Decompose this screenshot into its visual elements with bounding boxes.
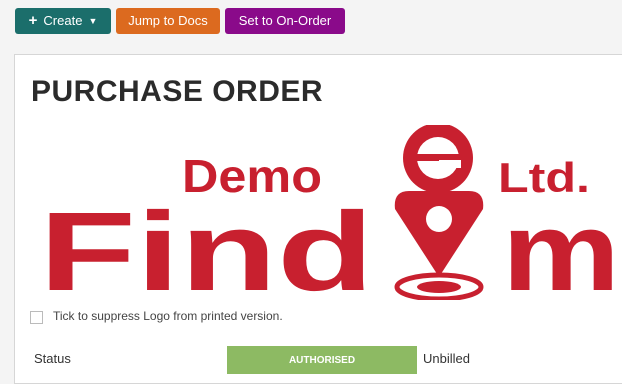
create-label: Create bbox=[43, 13, 83, 28]
billing-status: Unbilled bbox=[423, 351, 470, 366]
purchase-order-panel: PURCHASE ORDER Find Demo Ltd. m Tick to … bbox=[14, 54, 622, 384]
logo-word-demo: Demo bbox=[182, 150, 322, 202]
jump-to-docs-button[interactable]: Jump to Docs bbox=[116, 8, 220, 34]
location-pin-icon bbox=[394, 125, 484, 300]
toolbar: + Create ▼ Jump to Docs Set to On-Order bbox=[0, 0, 622, 44]
plus-icon: + bbox=[28, 12, 38, 29]
status-badge: AUTHORISED bbox=[227, 346, 417, 374]
caret-down-icon: ▼ bbox=[88, 16, 98, 26]
create-button[interactable]: + Create ▼ bbox=[15, 8, 111, 34]
set-to-on-order-button[interactable]: Set to On-Order bbox=[225, 8, 345, 34]
company-logo: Find Demo Ltd. m bbox=[39, 125, 620, 300]
suppress-logo-checkbox[interactable] bbox=[30, 311, 43, 324]
suppress-logo-label: Tick to suppress Logo from printed versi… bbox=[53, 309, 283, 323]
logo-word-main: Find bbox=[39, 189, 374, 300]
logo-word-end: m bbox=[502, 189, 620, 300]
status-label: Status bbox=[34, 351, 71, 366]
page-title: PURCHASE ORDER bbox=[31, 75, 324, 108]
